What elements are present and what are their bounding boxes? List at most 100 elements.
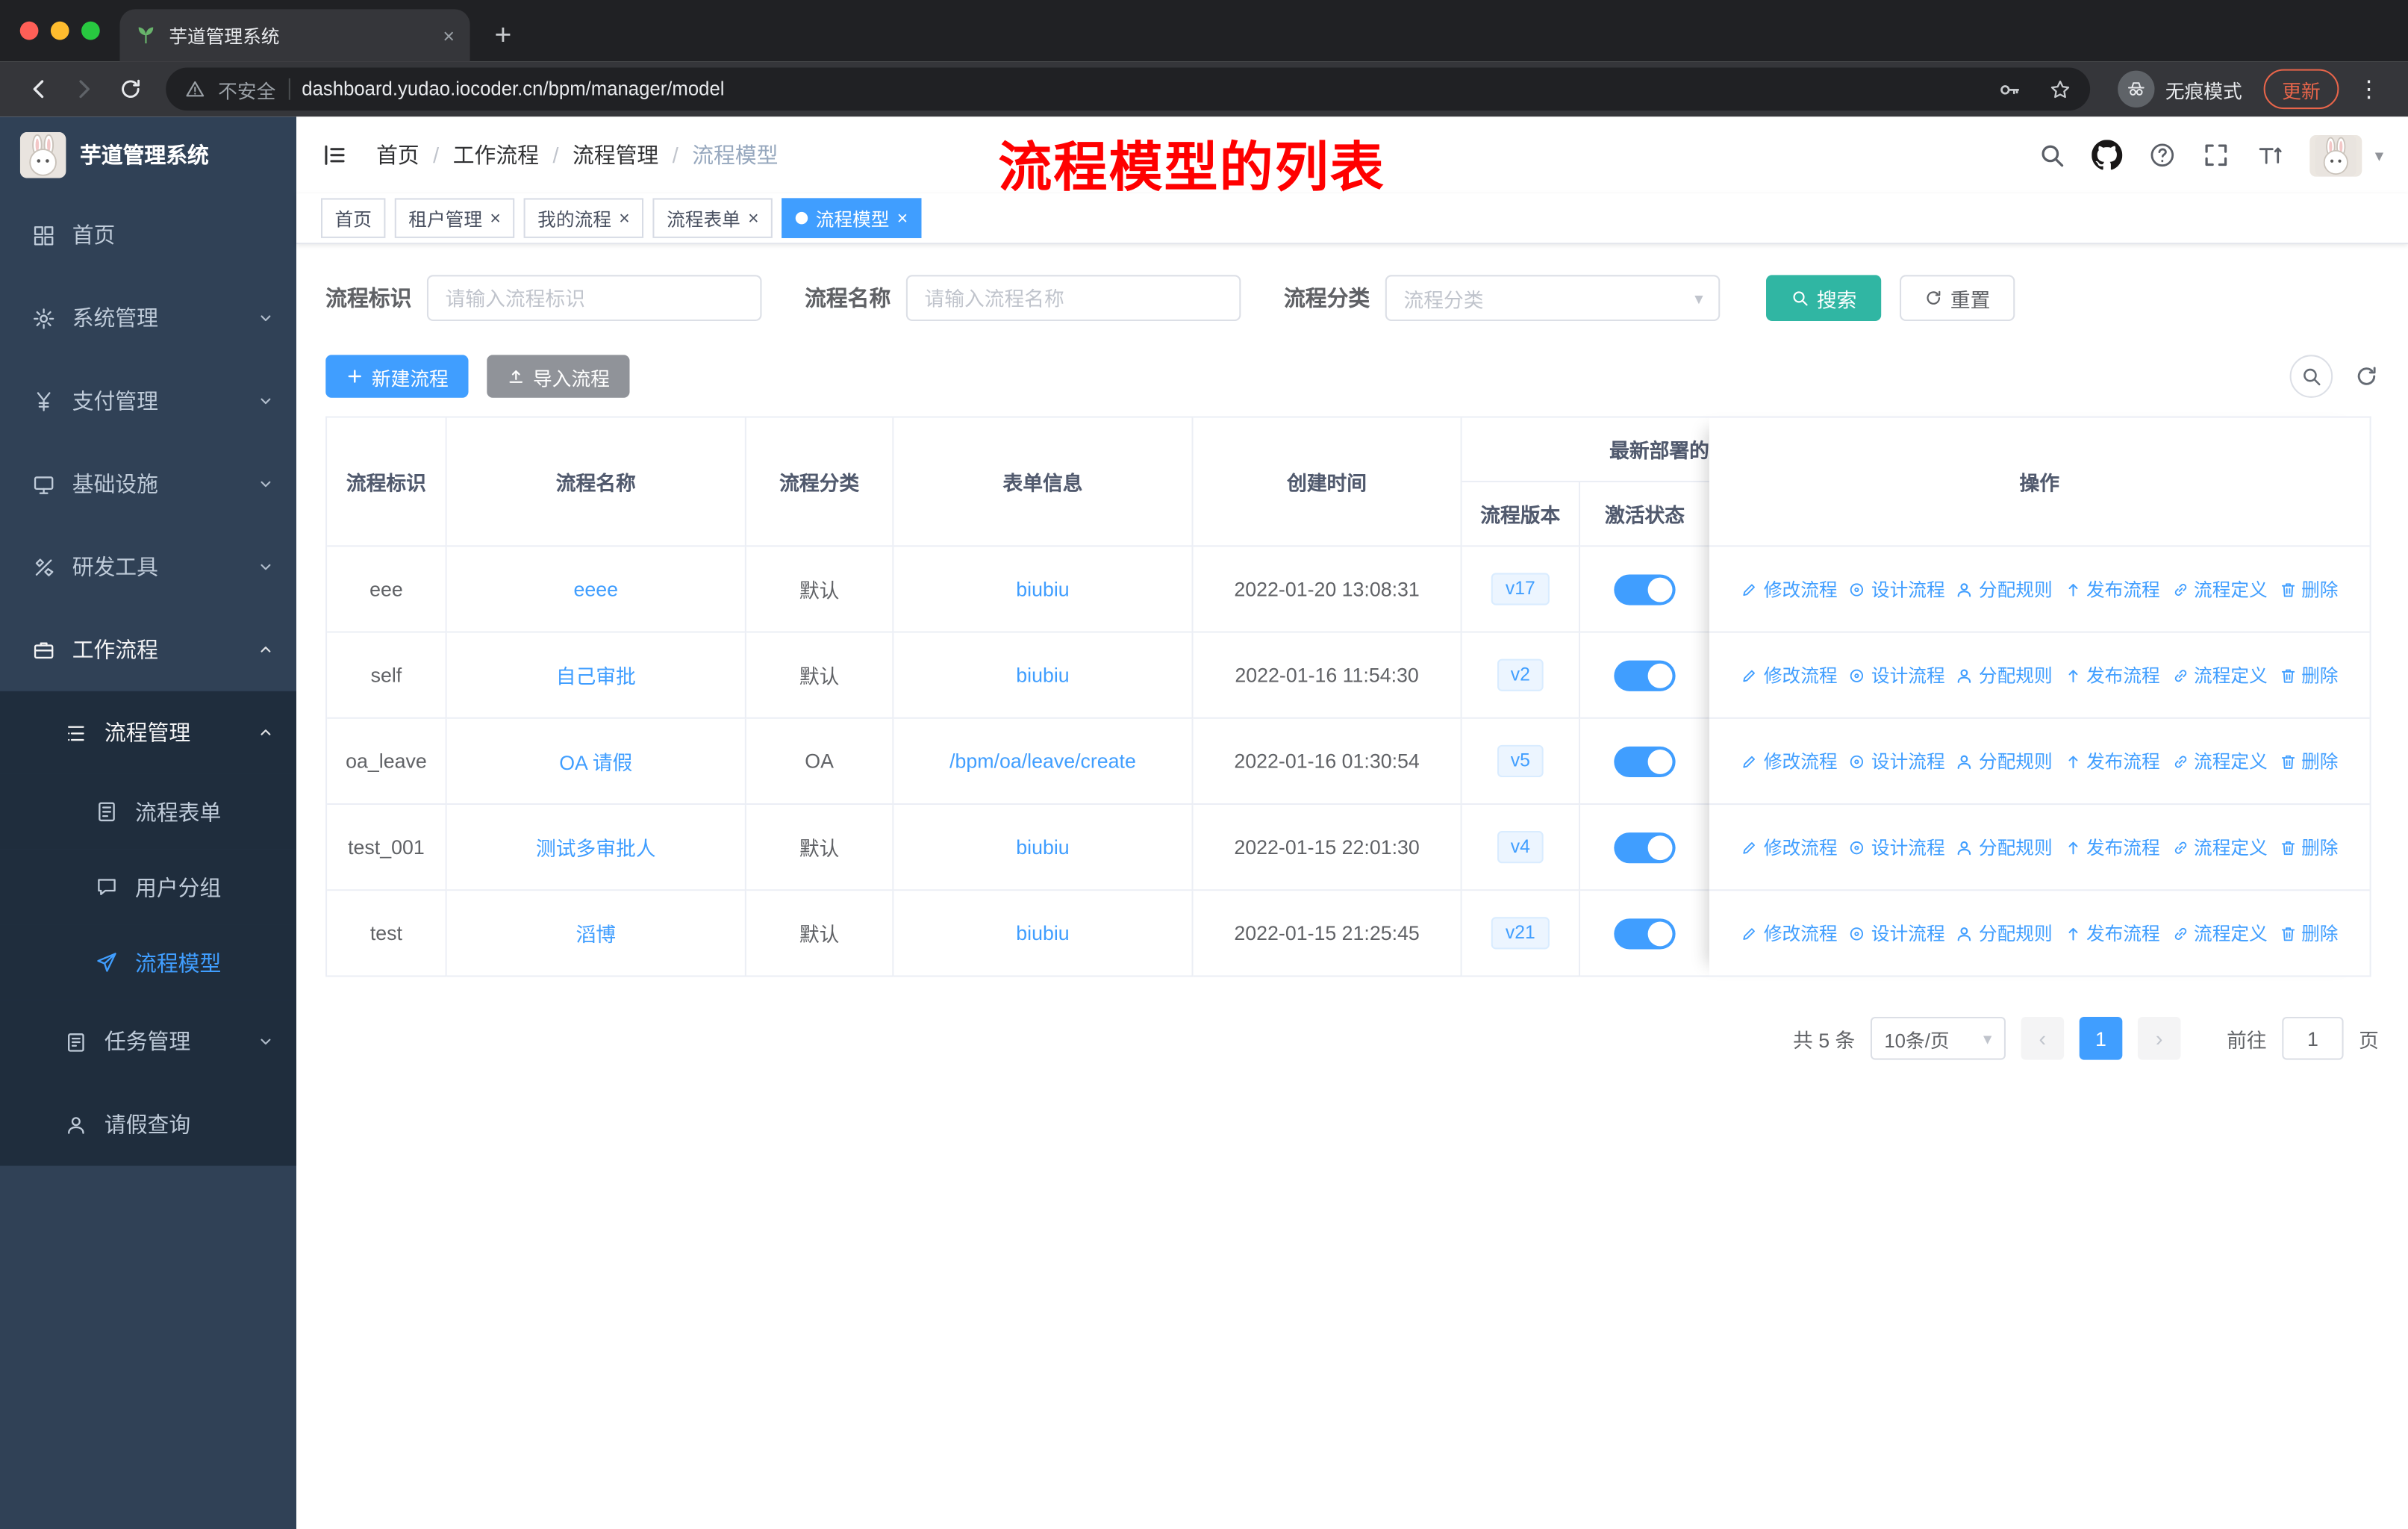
form-link[interactable]: biubiu — [1016, 835, 1069, 859]
sidebar-item-infrastructure[interactable]: 基础设施 — [0, 443, 296, 526]
sidebar-item-user-group[interactable]: 用户分组 — [0, 849, 297, 925]
sidebar-collapse-button[interactable] — [321, 141, 349, 169]
sidebar-item-process-manage[interactable]: 流程管理 — [0, 691, 297, 774]
action-publish[interactable]: 发布流程 — [2063, 834, 2160, 860]
action-definition[interactable]: 流程定义 — [2171, 662, 2268, 688]
action-publish[interactable]: 发布流程 — [2063, 920, 2160, 946]
action-assign-rule[interactable]: 分配规则 — [1956, 662, 2053, 688]
back-button[interactable] — [26, 77, 51, 102]
font-size-icon[interactable] — [2256, 141, 2284, 169]
update-button[interactable]: 更新 — [2263, 69, 2339, 110]
search-icon[interactable] — [2039, 141, 2066, 169]
sidebar-item-home[interactable]: 首页 — [0, 193, 296, 276]
action-delete[interactable]: 删除 — [2278, 662, 2338, 688]
password-key-icon[interactable] — [1998, 78, 2021, 101]
action-design[interactable]: 设计流程 — [1848, 920, 1945, 946]
action-modify[interactable]: 修改流程 — [1741, 662, 1838, 688]
forward-button[interactable] — [72, 77, 97, 102]
browser-tab[interactable]: 芋道管理系统 × — [119, 9, 470, 62]
active-toggle[interactable] — [1614, 832, 1676, 863]
category-select[interactable]: 流程分类 ▾ — [1385, 275, 1721, 321]
tags-view-item[interactable]: 首页 — [320, 198, 386, 238]
action-modify[interactable]: 修改流程 — [1741, 576, 1838, 602]
action-design[interactable]: 设计流程 — [1848, 748, 1945, 774]
prev-page-button[interactable]: ‹ — [2021, 1016, 2065, 1060]
breadcrumb-item-home[interactable]: 首页 — [376, 140, 419, 170]
form-link[interactable]: /bpm/oa/leave/create — [949, 750, 1136, 773]
next-page-button[interactable]: › — [2137, 1016, 2181, 1060]
tags-view-item[interactable]: 租户管理 × — [394, 198, 515, 238]
refresh-table-button[interactable] — [2354, 364, 2379, 389]
close-tag-icon[interactable]: × — [897, 209, 908, 228]
active-toggle[interactable] — [1614, 659, 1676, 691]
tags-view-item[interactable]: 流程模型 × — [782, 198, 922, 238]
action-delete[interactable]: 删除 — [2278, 576, 2338, 602]
action-assign-rule[interactable]: 分配规则 — [1956, 920, 2053, 946]
action-publish[interactable]: 发布流程 — [2063, 576, 2160, 602]
close-tag-icon[interactable]: × — [748, 209, 758, 228]
close-tag-icon[interactable]: × — [490, 209, 500, 228]
action-definition[interactable]: 流程定义 — [2171, 748, 2268, 774]
sidebar-item-process-form[interactable]: 流程表单 — [0, 773, 297, 850]
action-design[interactable]: 设计流程 — [1848, 834, 1945, 860]
goto-page-input[interactable] — [2282, 1016, 2344, 1060]
action-design[interactable]: 设计流程 — [1848, 662, 1945, 688]
action-delete[interactable]: 删除 — [2278, 834, 2338, 860]
process-name-link[interactable]: 自己审批 — [556, 661, 636, 690]
action-modify[interactable]: 修改流程 — [1741, 834, 1838, 860]
browser-menu-kebab-icon[interactable]: ⋮ — [2357, 75, 2380, 103]
action-definition[interactable]: 流程定义 — [2171, 834, 2268, 860]
reload-button[interactable] — [118, 77, 143, 102]
create-process-button[interactable]: 新建流程 — [325, 355, 469, 398]
github-icon[interactable] — [2092, 140, 2124, 170]
help-icon[interactable] — [2149, 141, 2177, 169]
user-avatar[interactable] — [2310, 134, 2363, 176]
fullscreen-icon[interactable] — [2203, 141, 2230, 169]
toggle-search-button[interactable] — [2289, 355, 2333, 398]
app-logo[interactable]: 芋道管理系统 — [0, 116, 296, 193]
action-modify[interactable]: 修改流程 — [1741, 920, 1838, 946]
sidebar-item-leave-query[interactable]: 请假查询 — [0, 1083, 297, 1166]
active-toggle[interactable] — [1614, 745, 1676, 777]
action-design[interactable]: 设计流程 — [1848, 576, 1945, 602]
action-modify[interactable]: 修改流程 — [1741, 748, 1838, 774]
action-definition[interactable]: 流程定义 — [2171, 920, 2268, 946]
sidebar-item-process-model[interactable]: 流程模型 — [0, 924, 297, 1000]
action-publish[interactable]: 发布流程 — [2063, 662, 2160, 688]
sidebar-item-payment[interactable]: 支付管理 — [0, 359, 296, 442]
sidebar-item-workflow[interactable]: 工作流程 — [0, 608, 296, 691]
process-name-link[interactable]: eeee — [574, 578, 619, 601]
action-delete[interactable]: 删除 — [2278, 748, 2338, 774]
search-button[interactable]: 搜索 — [1766, 275, 1882, 321]
sidebar-item-dev-tools[interactable]: 研发工具 — [0, 526, 296, 608]
breadcrumb-item-process-manage[interactable]: 流程管理 — [573, 140, 658, 170]
form-link[interactable]: biubiu — [1016, 664, 1069, 687]
sidebar-item-system[interactable]: 系统管理 — [0, 276, 296, 359]
close-window-button[interactable] — [19, 21, 39, 40]
tab-close-icon[interactable]: × — [443, 24, 455, 47]
process-name-link[interactable]: 滔博 — [576, 918, 616, 947]
action-assign-rule[interactable]: 分配规则 — [1956, 834, 2053, 860]
process-name-input[interactable] — [905, 275, 1241, 321]
tags-view-item[interactable]: 流程表单 × — [652, 198, 773, 238]
import-process-button[interactable]: 导入流程 — [487, 355, 630, 398]
page-size-select[interactable]: 10条/页 ▾ — [1870, 1016, 2006, 1060]
form-link[interactable]: biubiu — [1016, 921, 1069, 944]
sidebar-item-task-manage[interactable]: 任务管理 — [0, 1000, 297, 1083]
bookmark-star-icon[interactable] — [2049, 78, 2072, 101]
active-toggle[interactable] — [1614, 918, 1676, 949]
close-tag-icon[interactable]: × — [619, 209, 629, 228]
tags-view-item[interactable]: 我的流程 × — [523, 198, 644, 238]
process-key-input[interactable] — [426, 275, 762, 321]
action-assign-rule[interactable]: 分配规则 — [1956, 748, 2053, 774]
action-delete[interactable]: 删除 — [2278, 920, 2338, 946]
page-number-1[interactable]: 1 — [2079, 1016, 2123, 1060]
new-tab-button[interactable]: + — [494, 22, 511, 51]
zoom-window-button[interactable] — [81, 21, 100, 40]
process-name-link[interactable]: OA 请假 — [559, 747, 632, 776]
form-link[interactable]: biubiu — [1016, 578, 1069, 601]
address-bar[interactable]: 不安全 dashboard.yudao.iocoder.cn/bpm/manag… — [166, 67, 2091, 111]
minimize-window-button[interactable] — [50, 21, 69, 40]
action-assign-rule[interactable]: 分配规则 — [1956, 576, 2053, 602]
action-definition[interactable]: 流程定义 — [2171, 576, 2268, 602]
